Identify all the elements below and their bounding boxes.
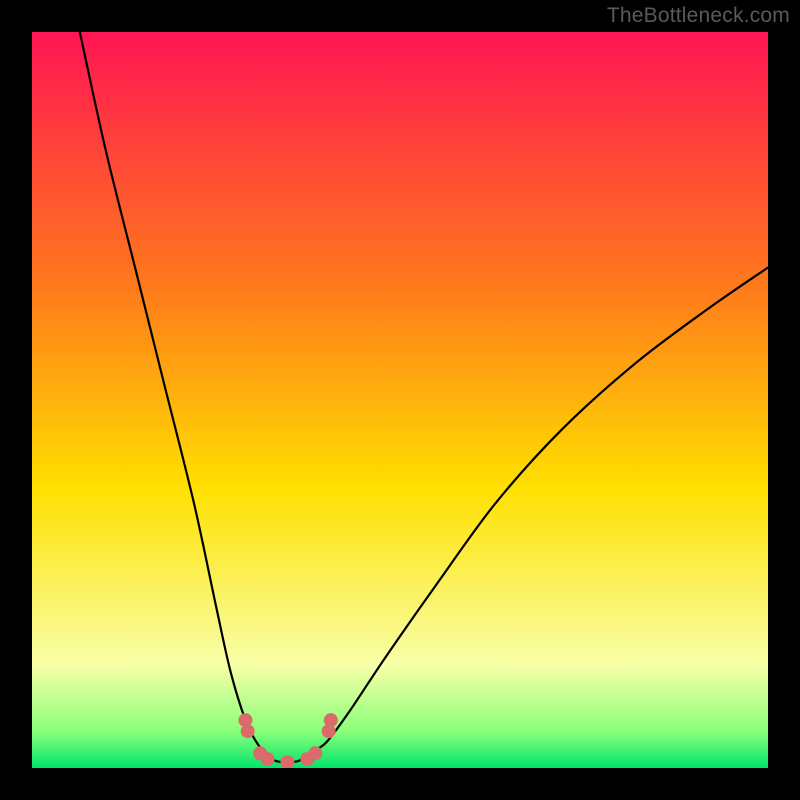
curve-marker [241,724,255,738]
curve-marker [261,752,275,766]
curve-marker [308,746,322,760]
curve-marker [324,713,338,727]
watermark-text: TheBottleneck.com [607,4,790,28]
curve-marker [280,755,294,769]
bottleneck-chart [0,0,800,800]
plot-background [32,32,768,768]
